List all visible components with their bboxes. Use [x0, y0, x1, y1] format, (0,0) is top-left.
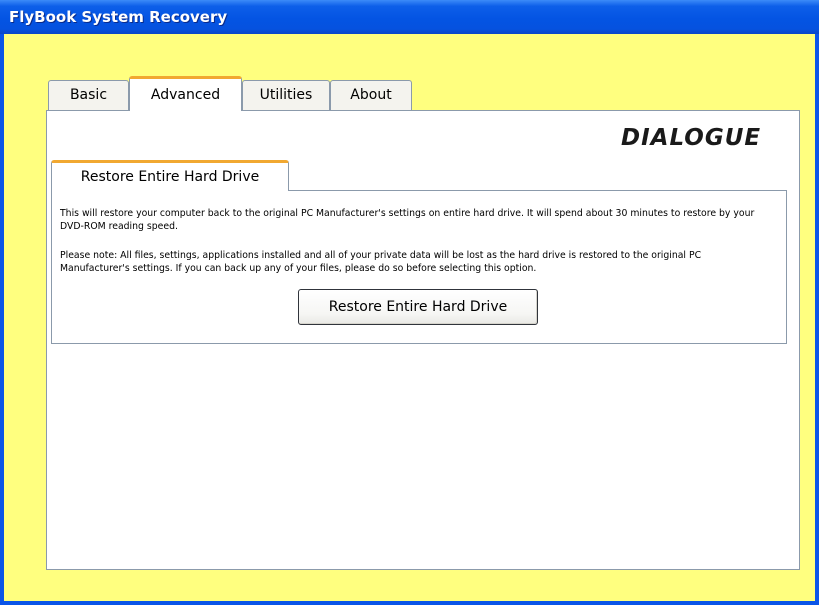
restore-description: This will restore your computer back to …	[60, 208, 755, 232]
app-window: FlyBook System Recovery Basic Advanced U…	[0, 0, 819, 605]
tab-utilities[interactable]: Utilities	[242, 80, 330, 110]
client-area: Basic Advanced Utilities About DIALOGUE …	[4, 34, 815, 601]
data-loss-warning: Please note: All files, settings, applic…	[60, 250, 702, 274]
window-title: FlyBook System Recovery	[9, 8, 228, 26]
tab-about[interactable]: About	[330, 80, 412, 110]
advanced-tab-panel: DIALOGUE Restore Entire Hard Drive This …	[46, 110, 800, 570]
tab-restore-entire-hard-drive[interactable]: Restore Entire Hard Drive	[51, 160, 289, 191]
tab-basic[interactable]: Basic	[48, 80, 129, 110]
tab-advanced[interactable]: Advanced	[129, 76, 242, 111]
dialogue-logo: DIALOGUE	[621, 125, 762, 151]
restore-panel: This will restore your computer back to …	[51, 190, 787, 344]
restore-entire-hard-drive-button[interactable]: Restore Entire Hard Drive	[298, 289, 538, 325]
title-bar[interactable]: FlyBook System Recovery	[0, 0, 819, 34]
